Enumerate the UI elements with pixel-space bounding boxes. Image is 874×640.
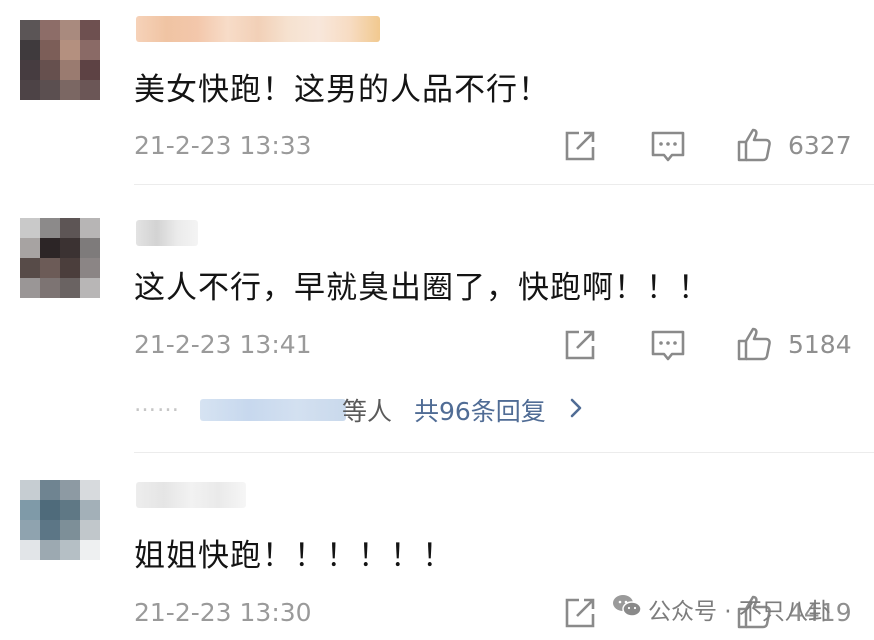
watermark-text: 公众号 · 不只八卦 xyxy=(648,599,831,625)
chevron-right-icon xyxy=(570,398,582,418)
comment-time: 21-2-23 13:30 xyxy=(134,598,312,627)
reply-count[interactable]: 共96条回复 xyxy=(414,392,546,428)
share-icon[interactable] xyxy=(562,595,598,631)
view-replies-link[interactable]: …… 等人 共96条回复 xyxy=(134,388,834,428)
share-icon[interactable] xyxy=(562,128,598,164)
avatar[interactable] xyxy=(20,480,100,560)
like-icon[interactable] xyxy=(736,326,772,362)
avatar[interactable] xyxy=(20,218,100,298)
like-count: 5184 xyxy=(788,330,852,359)
reply-dots: …… xyxy=(134,392,180,417)
share-icon[interactable] xyxy=(562,327,598,363)
reply-username xyxy=(200,399,346,421)
wechat-icon xyxy=(613,595,642,617)
avatar[interactable] xyxy=(20,20,100,100)
reply-suffix: 等人 xyxy=(342,397,393,426)
username[interactable] xyxy=(136,220,198,246)
username[interactable] xyxy=(136,16,380,42)
comment-time: 21-2-23 13:33 xyxy=(134,131,312,160)
username[interactable] xyxy=(136,482,246,508)
comment-icon[interactable] xyxy=(650,328,686,364)
comment-text: 美女快跑！这男的人品不行！ xyxy=(134,72,550,108)
divider xyxy=(134,184,874,185)
comment-icon[interactable] xyxy=(650,129,686,165)
like-icon[interactable] xyxy=(736,127,772,163)
comment-text: 姐姐快跑！！！！！！ xyxy=(134,538,454,574)
comment-text: 这人不行，早就臭出圈了，快跑啊！！！ xyxy=(134,270,710,306)
comment-time: 21-2-23 13:41 xyxy=(134,330,312,359)
watermark: 公众号 · 不只八卦 xyxy=(612,590,874,625)
like-count: 6327 xyxy=(788,131,852,160)
divider xyxy=(134,452,874,453)
